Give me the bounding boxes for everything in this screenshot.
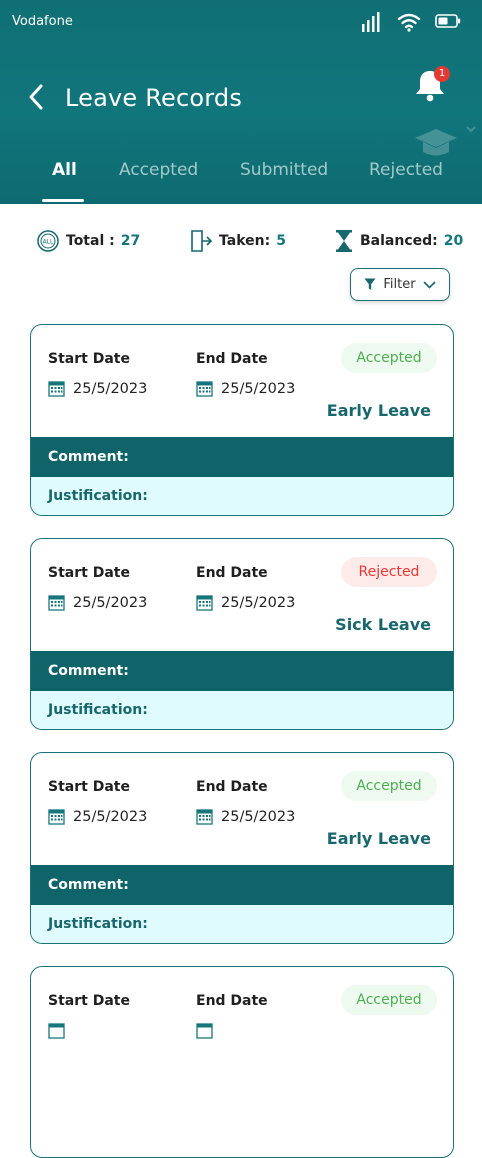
calendar-icon xyxy=(196,595,213,611)
tab-all[interactable]: All xyxy=(52,160,77,180)
app-header: Vodafone Leave Records 1 All Accepted Su… xyxy=(0,0,482,204)
comment-row: Comment: xyxy=(31,865,453,905)
start-date-value: 25/5/2023 xyxy=(73,808,148,825)
tab-bar: All Accepted Submitted Rejected xyxy=(0,150,482,204)
leave-type: Early Leave xyxy=(326,401,431,420)
hourglass-icon xyxy=(336,230,352,252)
leave-record-card[interactable]: Start Date End Date 25/5/2023 25/5/2023 … xyxy=(30,538,454,730)
tab-accepted[interactable]: Accepted xyxy=(119,160,198,180)
tab-rejected[interactable]: Rejected xyxy=(369,160,443,180)
end-date-label: End Date xyxy=(196,779,268,795)
start-date-label: Start Date xyxy=(48,993,130,1009)
end-date: 25/5/2023 xyxy=(196,380,295,397)
end-date: 25/5/2023 xyxy=(196,808,295,825)
start-date-value: 25/5/2023 xyxy=(73,594,148,611)
status-badge: Rejected xyxy=(341,557,437,587)
start-date-label: Start Date xyxy=(48,565,130,581)
end-date-label: End Date xyxy=(196,565,268,581)
start-date-label: Start Date xyxy=(48,779,130,795)
balanced-stat: Balanced: 20 xyxy=(334,229,463,253)
calendar-icon xyxy=(196,381,213,397)
signal-icon xyxy=(362,12,380,32)
battery-icon xyxy=(435,14,461,28)
notification-badge: 1 xyxy=(434,66,450,82)
end-date-label: End Date xyxy=(196,993,268,1009)
leave-record-card[interactable]: Start Date End Date Accepted xyxy=(30,966,454,1158)
end-date-value: 25/5/2023 xyxy=(221,594,296,611)
total-label: Total : xyxy=(66,233,115,249)
end-date: 25/5/2023 xyxy=(196,594,295,611)
start-date: 25/5/2023 xyxy=(48,808,147,825)
all-icon: ALL xyxy=(37,230,59,252)
taken-value: 5 xyxy=(276,233,286,249)
start-date xyxy=(48,1022,65,1039)
comment-row: Comment: xyxy=(31,651,453,691)
calendar-icon xyxy=(196,809,213,825)
justification-row: Justification: xyxy=(31,905,453,943)
status-badge: Accepted xyxy=(341,343,437,373)
page-title: Leave Records xyxy=(65,84,243,112)
end-date-label: End Date xyxy=(196,351,268,367)
leave-record-card[interactable]: Start Date End Date 25/5/2023 25/5/2023 … xyxy=(30,324,454,516)
balanced-value: 20 xyxy=(443,233,464,249)
start-date: 25/5/2023 xyxy=(48,380,147,397)
total-stat: ALL Total : 27 xyxy=(36,229,140,253)
wifi-icon xyxy=(397,13,421,32)
leave-type: Sick Leave xyxy=(335,615,431,634)
chevron-down-icon xyxy=(423,280,436,289)
calendar-icon xyxy=(48,381,65,397)
end-date-value: 25/5/2023 xyxy=(221,380,296,397)
end-date xyxy=(196,1022,213,1039)
comment-row: Comment: xyxy=(31,437,453,477)
status-badge: Accepted xyxy=(341,985,437,1015)
leave-record-card[interactable]: Start Date End Date 25/5/2023 25/5/2023 … xyxy=(30,752,454,944)
status-bar: Vodafone xyxy=(0,0,482,44)
taken-stat: Taken: 5 xyxy=(189,229,286,253)
carrier-name: Vodafone xyxy=(12,14,73,29)
total-value: 27 xyxy=(120,233,141,249)
status-badge: Accepted xyxy=(341,771,437,801)
calendar-icon xyxy=(48,1023,65,1039)
all-icon-text: ALL xyxy=(43,239,54,246)
filter-label: Filter xyxy=(383,277,416,292)
back-icon[interactable] xyxy=(22,80,52,114)
filter-button[interactable]: Filter xyxy=(350,268,450,301)
balanced-label: Balanced: xyxy=(360,233,438,249)
leave-summary: ALL Total : 27 Taken: 5 Balanced: 20 xyxy=(0,226,482,256)
leave-type: Early Leave xyxy=(326,829,431,848)
justification-row: Justification: xyxy=(31,477,453,515)
active-tab-indicator xyxy=(42,199,84,202)
filter-icon xyxy=(364,278,376,290)
end-date-value: 25/5/2023 xyxy=(221,808,296,825)
taken-label: Taken: xyxy=(219,233,271,249)
justification-row: Justification: xyxy=(31,691,453,729)
calendar-icon xyxy=(48,595,65,611)
tab-submitted[interactable]: Submitted xyxy=(240,160,328,180)
start-date: 25/5/2023 xyxy=(48,594,147,611)
start-date-value: 25/5/2023 xyxy=(73,380,148,397)
start-date-label: Start Date xyxy=(48,351,130,367)
calendar-icon xyxy=(196,1023,213,1039)
calendar-icon xyxy=(48,809,65,825)
exit-door-icon xyxy=(191,230,213,252)
